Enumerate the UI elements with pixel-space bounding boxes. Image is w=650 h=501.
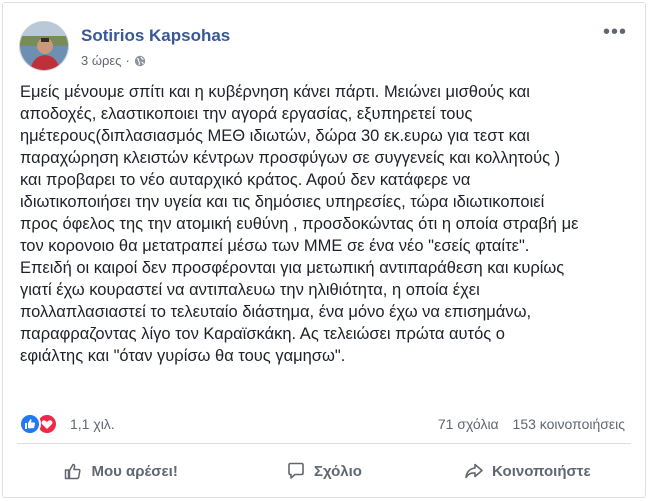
reaction-icons[interactable] bbox=[19, 413, 63, 435]
reactions-bar: 1,1 χιλ. 71 σχόλια 153 κοινοποιήσεις bbox=[19, 411, 629, 437]
post-card: Sotirios Kapsohas 3 ώρες · ••• Εμείς μέν… bbox=[2, 2, 646, 498]
more-options-button[interactable]: ••• bbox=[603, 22, 627, 42]
globe-icon[interactable] bbox=[134, 55, 146, 67]
avatar[interactable] bbox=[19, 21, 69, 71]
divider bbox=[17, 443, 631, 444]
post-meta: 3 ώρες · bbox=[81, 53, 146, 68]
action-bar: Μου αρέσει! Σχόλιο Κοινοποιήστε bbox=[19, 451, 629, 491]
reaction-count[interactable]: 1,1 χιλ. bbox=[70, 416, 115, 432]
share-button[interactable]: Κοινοποιήστε bbox=[426, 451, 629, 491]
like-icon bbox=[19, 413, 41, 435]
meta-separator: · bbox=[125, 53, 130, 68]
comment-icon bbox=[288, 462, 304, 479]
shares-count[interactable]: 153 κοινοποιήσεις bbox=[513, 416, 625, 432]
like-button-label: Μου αρέσει! bbox=[91, 462, 178, 480]
comment-button-label: Σχόλιο bbox=[314, 462, 362, 480]
comment-button[interactable]: Σχόλιο bbox=[222, 451, 425, 491]
post-header: Sotirios Kapsohas 3 ώρες · ••• bbox=[19, 19, 629, 77]
post-stats: 71 σχόλια 153 κοινοποιήσεις bbox=[428, 416, 625, 432]
like-button[interactable]: Μου αρέσει! bbox=[19, 451, 222, 491]
post-time[interactable]: 3 ώρες bbox=[81, 53, 121, 68]
comments-count[interactable]: 71 σχόλια bbox=[438, 416, 499, 432]
share-icon bbox=[465, 463, 483, 479]
share-button-label: Κοινοποιήστε bbox=[492, 462, 591, 480]
thumbs-up-icon bbox=[65, 463, 82, 480]
post-text: Εμείς μένουμε σπίτι και η κυβέρνηση κάνε… bbox=[20, 83, 579, 365]
avatar-image bbox=[20, 22, 68, 70]
author-name[interactable]: Sotirios Kapsohas bbox=[81, 26, 230, 46]
